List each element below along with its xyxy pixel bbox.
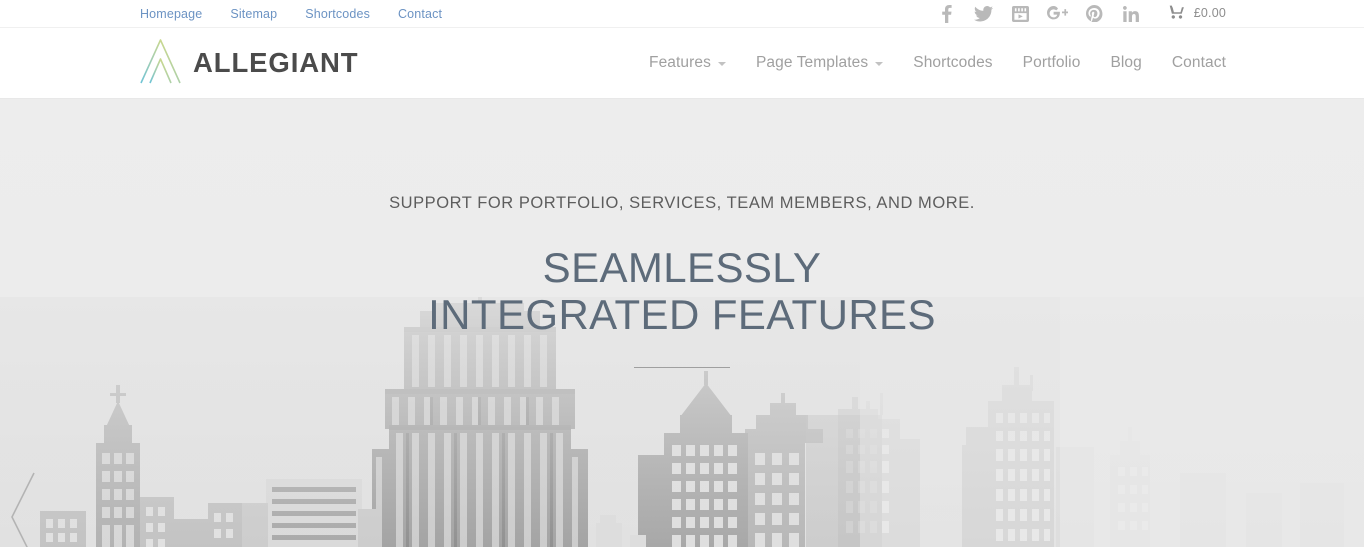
topbar-link-shortcodes[interactable]: Shortcodes — [305, 7, 370, 21]
pinterest-icon[interactable] — [1076, 5, 1113, 22]
nav-label-portfolio: Portfolio — [1022, 54, 1081, 72]
chevron-down-icon — [717, 62, 726, 66]
topbar-link-shortcodes-item: Shortcodes — [305, 0, 370, 28]
top-utility-bar: Homepage Sitemap Shortcodes Contact £0.0… — [0, 0, 1364, 28]
linkedin-icon[interactable] — [1113, 5, 1150, 22]
topbar-link-homepage-item: Homepage — [140, 0, 202, 28]
nav-item-shortcodes[interactable]: Shortcodes — [913, 55, 992, 71]
youtube-icon[interactable] — [1002, 5, 1039, 22]
page-root: Homepage Sitemap Shortcodes Contact £0.0… — [0, 0, 1364, 547]
chevron-left-icon — [8, 469, 38, 547]
hero-divider — [634, 366, 730, 368]
allegiant-a-logo-icon — [139, 37, 182, 90]
slider-prev-button[interactable] — [2, 467, 44, 547]
topbar-link-homepage[interactable]: Homepage — [140, 7, 202, 21]
nav-item-blog[interactable]: Blog — [1110, 55, 1141, 71]
main-navigation: Features Page Templates Shortcodes Portf… — [649, 55, 1226, 71]
hero-slider: SUPPORT FOR PORTFOLIO, SERVICES, TEAM ME… — [0, 99, 1364, 547]
twitter-icon[interactable] — [965, 5, 1002, 22]
top-bar-links: Homepage Sitemap Shortcodes Contact — [138, 0, 442, 28]
brand-logo-link[interactable]: ALLEGIANT — [138, 37, 358, 90]
brand-name: ALLEGIANT — [193, 47, 359, 79]
topbar-link-contact-item: Contact — [398, 0, 442, 28]
nav-item-page-templates[interactable]: Page Templates — [755, 54, 884, 72]
nav-label-page-templates: Page Templates — [755, 54, 869, 72]
topbar-link-sitemap[interactable]: Sitemap — [230, 7, 277, 21]
nav-item-features[interactable]: Features — [649, 55, 726, 71]
hero-title-line-2: FEATURES — [711, 290, 936, 338]
topbar-link-contact[interactable]: Contact — [398, 7, 442, 21]
social-links — [928, 4, 1150, 23]
hero-title: SEAMLESSLY INTEGRATED FEATURES — [422, 244, 942, 338]
cart-link[interactable]: £0.00 — [1167, 3, 1226, 24]
nav-item-portfolio[interactable]: Portfolio — [1023, 55, 1081, 71]
header-inner: ALLEGIANT Features Page Templates Shortc… — [138, 28, 1226, 98]
nav-label-features: Features — [649, 54, 711, 72]
nav-label-contact: Contact — [1171, 54, 1226, 72]
nav-label-shortcodes: Shortcodes — [913, 54, 993, 72]
top-bar-right: £0.00 — [928, 3, 1226, 24]
nav-label-blog: Blog — [1110, 54, 1142, 72]
topbar-link-sitemap-item: Sitemap — [230, 0, 277, 28]
shopping-cart-icon — [1167, 3, 1185, 24]
hero-content: SUPPORT FOR PORTFOLIO, SERVICES, TEAM ME… — [0, 99, 1364, 368]
cart-amount: £0.00 — [1193, 6, 1226, 21]
hero-subtitle: SUPPORT FOR PORTFOLIO, SERVICES, TEAM ME… — [389, 194, 975, 212]
nav-item-contact[interactable]: Contact — [1172, 55, 1226, 71]
facebook-icon[interactable] — [928, 4, 965, 23]
google-plus-icon[interactable] — [1039, 6, 1076, 21]
chevron-down-icon — [875, 62, 884, 66]
site-header: ALLEGIANT Features Page Templates Shortc… — [0, 28, 1364, 99]
top-bar-inner: Homepage Sitemap Shortcodes Contact £0.0… — [138, 0, 1226, 27]
